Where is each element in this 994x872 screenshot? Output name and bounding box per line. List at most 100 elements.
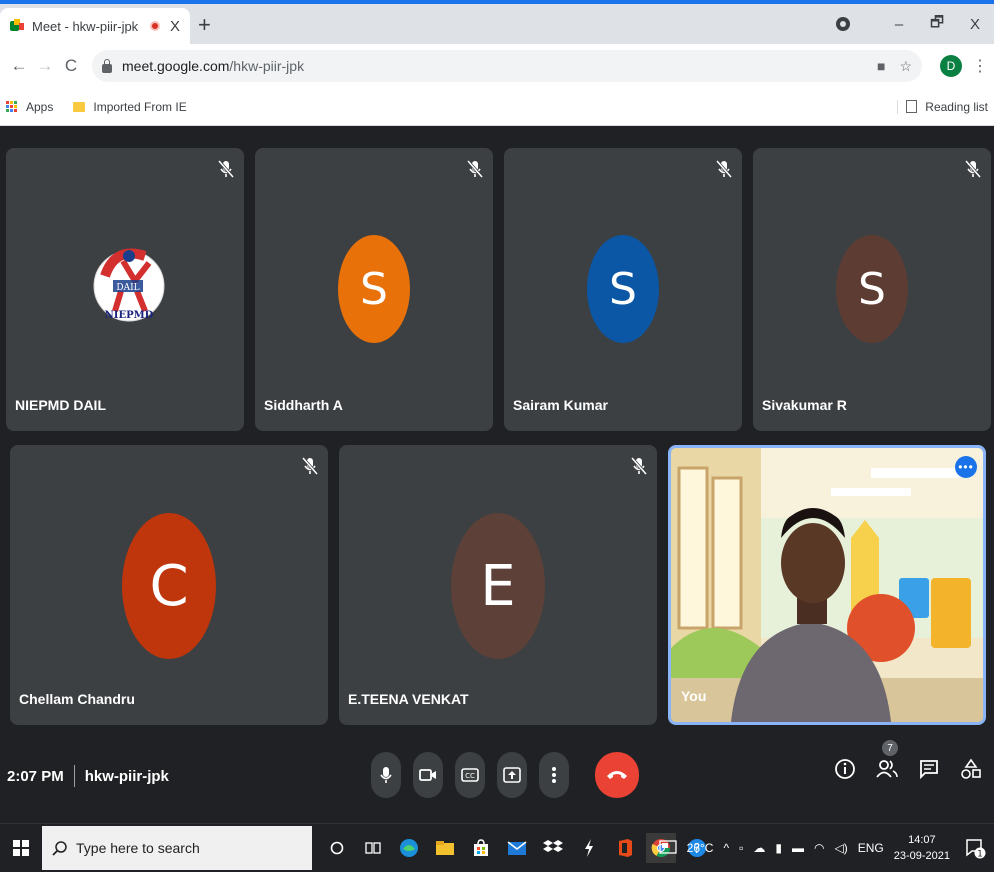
reading-list-button[interactable]: Reading list [897, 99, 988, 114]
more-options-button[interactable]: ••• [955, 456, 977, 478]
participant-tile[interactable]: E E.TEENA VENKAT [339, 445, 657, 725]
chat-icon [920, 760, 938, 780]
activities-button[interactable] [960, 758, 982, 780]
wifi-icon[interactable]: ◠ [814, 841, 824, 855]
participant-tile[interactable]: DAIL NIEPMD NIEPMD DAIL [6, 148, 244, 431]
imported-from-ie-bookmark[interactable]: Imported From IE [93, 100, 186, 114]
lock-icon [102, 58, 112, 73]
address-bar[interactable]: meet.google.com/hkw-piir-jpk ■ ☆ [92, 50, 922, 82]
forward-button[interactable]: → [32, 56, 58, 76]
logo-inner-text: DAIL [116, 283, 139, 293]
task-view-icon[interactable] [358, 833, 388, 863]
participant-tile[interactable]: C Chellam Chandru [10, 445, 328, 725]
chevron-up-icon[interactable]: ^ [723, 841, 729, 855]
bookmarks-bar: Apps Imported From IE Reading list [0, 88, 994, 126]
weather-temperature[interactable]: 26°C [687, 841, 714, 855]
participant-tile[interactable]: S Siddharth A [255, 148, 493, 431]
participant-tile[interactable]: S Sivakumar R [753, 148, 991, 431]
meeting-details-button[interactable] [834, 758, 856, 780]
cortana-icon[interactable] [322, 833, 352, 863]
participant-name: E.TEENA VENKAT [348, 691, 469, 707]
mail-icon[interactable] [502, 833, 532, 863]
participant-name: Siddharth A [264, 397, 343, 413]
folder-icon [73, 101, 86, 112]
browser-menu-icon[interactable]: ⋮ [972, 56, 988, 76]
app-bolt-icon[interactable] [574, 833, 604, 863]
reload-button[interactable]: C [58, 56, 84, 76]
taskbar-search-box[interactable]: Type here to search [42, 825, 312, 870]
restore-button[interactable]: 🗗 [918, 12, 956, 37]
input-language[interactable]: ENG [858, 841, 884, 855]
more-options-menu-button[interactable] [539, 752, 569, 798]
store-icon[interactable] [466, 833, 496, 863]
chat-button[interactable] [918, 758, 940, 780]
present-button[interactable] [497, 752, 527, 798]
bookmark-star-icon[interactable]: ☆ [899, 58, 912, 75]
reading-list-label: Reading list [925, 99, 988, 114]
people-button[interactable]: 7 [876, 740, 898, 780]
camera-icon [419, 769, 436, 781]
tab-title: Meet - hkw-piir-jpk [32, 18, 139, 34]
divider [73, 765, 75, 787]
taskbar-date: 23-09-2021 [893, 850, 950, 862]
mic-off-icon [218, 160, 234, 178]
participant-name: Sairam Kumar [513, 397, 608, 413]
people-icon [876, 760, 898, 778]
self-video-tile[interactable]: ••• You [668, 445, 986, 725]
edge-browser-icon[interactable] [394, 833, 424, 863]
profile-avatar[interactable]: D [940, 55, 962, 77]
camera-button[interactable] [413, 752, 443, 798]
window-controls: – 🗗 X [836, 4, 994, 44]
back-button[interactable]: ← [6, 56, 32, 76]
participant-avatar: S [587, 235, 659, 343]
office-icon[interactable] [610, 833, 640, 863]
more-vert-icon [552, 767, 556, 783]
participant-count-badge: 7 [882, 740, 898, 756]
minimize-button[interactable]: – [880, 16, 918, 33]
close-window-button[interactable]: X [956, 16, 994, 33]
news-widget-icon[interactable] [659, 839, 677, 857]
tray-icon-app[interactable]: ▫ [739, 841, 743, 855]
file-explorer-icon[interactable] [430, 833, 460, 863]
leave-call-button[interactable] [595, 752, 639, 798]
tab-close-button[interactable]: X [170, 18, 180, 35]
new-tab-button[interactable]: + [198, 14, 211, 36]
browser-toolbar: ← → C meet.google.com/hkw-piir-jpk ■ ☆ D… [0, 44, 994, 88]
apps-bookmark[interactable]: Apps [26, 100, 53, 114]
participant-tile[interactable]: S Sairam Kumar [504, 148, 742, 431]
meeting-side-controls: 7 [834, 740, 982, 780]
notification-center-icon[interactable]: 1 [964, 837, 986, 860]
meet-favicon-icon [10, 19, 24, 33]
browser-tab-meet[interactable]: Meet - hkw-piir-jpk X [0, 8, 190, 44]
system-tray: 26°C ^ ▫ ☁ ▮ ▬ ◠ ◁) ENG 14:07 23-09-2021… [659, 824, 994, 872]
taskbar-time: 14:07 [908, 834, 936, 846]
participant-avatar: E [451, 513, 545, 659]
media-control-icon[interactable] [836, 17, 850, 31]
hang-up-icon [607, 771, 627, 779]
participant-avatar: S [338, 235, 410, 343]
apps-grid-icon [6, 100, 18, 113]
dropbox-icon[interactable] [538, 833, 568, 863]
microphone-icon [380, 767, 392, 783]
logo-text: NIEPMD [105, 310, 154, 321]
present-screen-icon [503, 767, 521, 783]
search-placeholder: Type here to search [76, 839, 200, 856]
meeting-stage: DAIL NIEPMD NIEPMD DAIL S Siddharth A S … [0, 126, 994, 822]
meeting-controls-bar: 2:07 PM hkw-piir-jpk CC 7 [0, 740, 994, 806]
url-text: meet.google.com/hkw-piir-jpk [122, 58, 305, 74]
start-button[interactable] [0, 839, 42, 856]
captions-icon: CC [461, 768, 479, 782]
battery-icon[interactable]: ▬ [792, 841, 804, 855]
usb-device-icon[interactable]: ▮ [775, 841, 782, 855]
volume-icon[interactable]: ◁) [834, 841, 847, 855]
microphone-button[interactable] [371, 752, 401, 798]
meeting-code: hkw-piir-jpk [84, 767, 169, 785]
clock-date[interactable]: 14:07 23-09-2021 [894, 832, 950, 864]
mic-off-icon [716, 160, 732, 178]
recording-indicator-icon [149, 21, 160, 31]
camera-in-use-icon[interactable]: ■ [877, 58, 885, 74]
info-icon [835, 759, 855, 779]
participant-name: NIEPMD DAIL [15, 397, 106, 413]
onedrive-cloud-icon[interactable]: ☁ [753, 841, 765, 855]
captions-button[interactable]: CC [455, 752, 485, 798]
